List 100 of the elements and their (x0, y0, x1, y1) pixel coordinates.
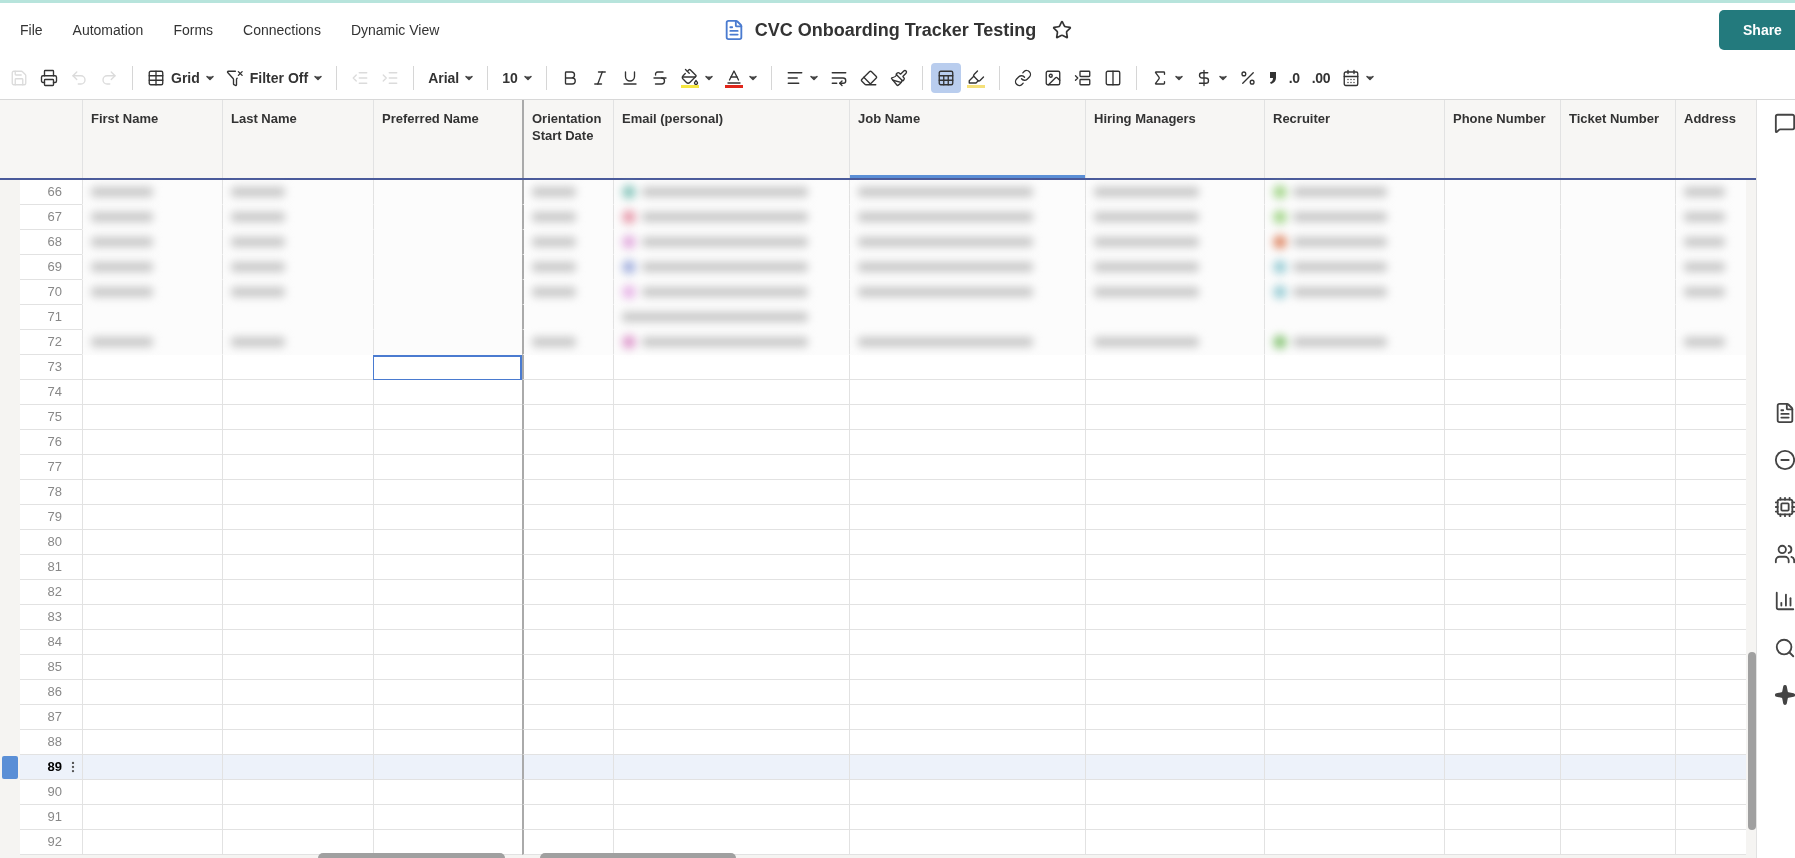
text-color-icon (724, 68, 743, 88)
row-header[interactable]: 75 (20, 405, 82, 430)
link-icon (1013, 69, 1032, 87)
blurred-text (1684, 260, 1725, 274)
blurred-text (532, 335, 576, 349)
wrap-text-icon (829, 69, 848, 87)
blurred-text (1684, 285, 1725, 299)
blurred-text (532, 210, 576, 224)
percent-icon (1238, 69, 1257, 87)
row-header[interactable]: 78 (20, 480, 82, 505)
row-header[interactable]: 84 (20, 630, 82, 655)
row-header[interactable]: 82 (20, 580, 82, 605)
blurred-text (91, 335, 153, 349)
row-header[interactable]: 71 (20, 305, 82, 330)
strikethrough-icon (650, 69, 669, 87)
decrease-button[interactable]: .0 (1282, 63, 1306, 93)
undo-icon (70, 69, 88, 87)
row-header[interactable]: 91 (20, 805, 82, 830)
filter-icon (225, 69, 244, 87)
increase-button[interactable]: .00 (1305, 63, 1337, 93)
table-cell[interactable] (522, 180, 613, 205)
row-header[interactable]: 88 (20, 730, 82, 755)
align-left-icon (785, 69, 804, 87)
row-header[interactable]: 92 (20, 830, 82, 855)
column-header[interactable]: Phone Number (1444, 100, 1560, 178)
row-header[interactable]: 80 (20, 530, 82, 555)
menu-item[interactable]: Dynamic View (350, 19, 440, 41)
blurred-text (231, 210, 285, 224)
blurred-text (532, 235, 576, 249)
search-icon[interactable] (1774, 637, 1795, 659)
insert-row-icon (1073, 69, 1092, 87)
row-header[interactable]: 68 (20, 230, 82, 255)
menu-item[interactable]: Automation (72, 19, 144, 41)
row-header[interactable]: 74 (20, 380, 82, 405)
column-header[interactable]: Address (1675, 100, 1746, 178)
row-header[interactable]: 86 (20, 680, 82, 705)
blurred-text (231, 335, 285, 349)
row-header[interactable]: 81 (20, 555, 82, 580)
menu-item[interactable]: File (20, 19, 43, 41)
users-icon[interactable] (1774, 543, 1795, 565)
eraser-icon (859, 69, 878, 87)
row-header[interactable]: 89 (20, 755, 82, 780)
vertical-scrollbar[interactable] (1748, 652, 1756, 830)
row-header[interactable]: 73 (20, 355, 82, 380)
column-header[interactable]: Last Name (222, 100, 373, 178)
column-header[interactable]: Recruiter (1264, 100, 1444, 178)
filter-button[interactable]: Filter Off (219, 63, 315, 93)
column-header[interactable]: Preferred Name (373, 100, 522, 178)
column-header[interactable]: Ticket Number (1560, 100, 1675, 178)
blurred-text (91, 235, 153, 249)
calendar-icon (1342, 69, 1361, 87)
row-header[interactable]: 70 (20, 280, 82, 305)
sparkle-icon[interactable] (1774, 684, 1795, 706)
row-header[interactable]: 79 (20, 505, 82, 530)
active-cell[interactable] (373, 355, 522, 380)
row-header[interactable]: 67 (20, 205, 82, 230)
gridlines-button[interactable] (930, 63, 961, 93)
blurred-text (532, 185, 576, 199)
column-header[interactable]: First Name (82, 100, 222, 178)
table-cell[interactable] (522, 330, 613, 355)
chart-icon[interactable] (1774, 590, 1795, 612)
blurred-text (532, 260, 576, 274)
document-icon[interactable] (1774, 402, 1795, 424)
share-button[interactable]: Share (1719, 10, 1795, 50)
blurred-text (231, 260, 285, 274)
menu-item[interactable]: Forms (173, 19, 214, 41)
row-header[interactable]: 69 (20, 255, 82, 280)
save-icon (10, 69, 28, 87)
outdent-icon (351, 69, 370, 87)
blurred-text (532, 285, 576, 299)
columns-icon (1103, 69, 1122, 87)
horizontal-scrollbar[interactable] (318, 853, 505, 858)
column-header[interactable]: Hiring Managers (1085, 100, 1264, 178)
blurred-text (1684, 210, 1725, 224)
star-icon[interactable] (1052, 20, 1073, 40)
row-header[interactable]: 72 (20, 330, 82, 355)
blurred-text (91, 185, 153, 199)
row-header[interactable]: 87 (20, 705, 82, 730)
menu-item[interactable]: Connections (243, 19, 321, 41)
column-header[interactable]: Job Name (849, 100, 1085, 178)
indent-icon (381, 69, 400, 87)
blurred-text (1684, 185, 1725, 199)
font-button[interactable]: Arial (422, 63, 466, 93)
grid-button[interactable]: Grid (141, 63, 206, 93)
row-header[interactable]: 85 (20, 655, 82, 680)
column-header[interactable]: Email (personal) (613, 100, 849, 178)
row-header[interactable]: 76 (20, 430, 82, 455)
blurred-text (91, 285, 153, 299)
horizontal-scrollbar[interactable] (540, 853, 736, 858)
row-header[interactable]: 77 (20, 455, 82, 480)
row-header[interactable]: 66 (20, 180, 82, 205)
blurred-text (231, 285, 285, 299)
column-header[interactable]: Orientation Start Date (522, 100, 613, 178)
row-header[interactable]: 90 (20, 780, 82, 805)
blurred-text (1684, 235, 1725, 249)
row-header[interactable]: 83 (20, 605, 82, 630)
blurred-text (231, 185, 285, 199)
size-button[interactable]: 10 (496, 63, 524, 93)
chip-icon[interactable] (1774, 496, 1795, 518)
comment-icon[interactable] (1774, 112, 1795, 134)
